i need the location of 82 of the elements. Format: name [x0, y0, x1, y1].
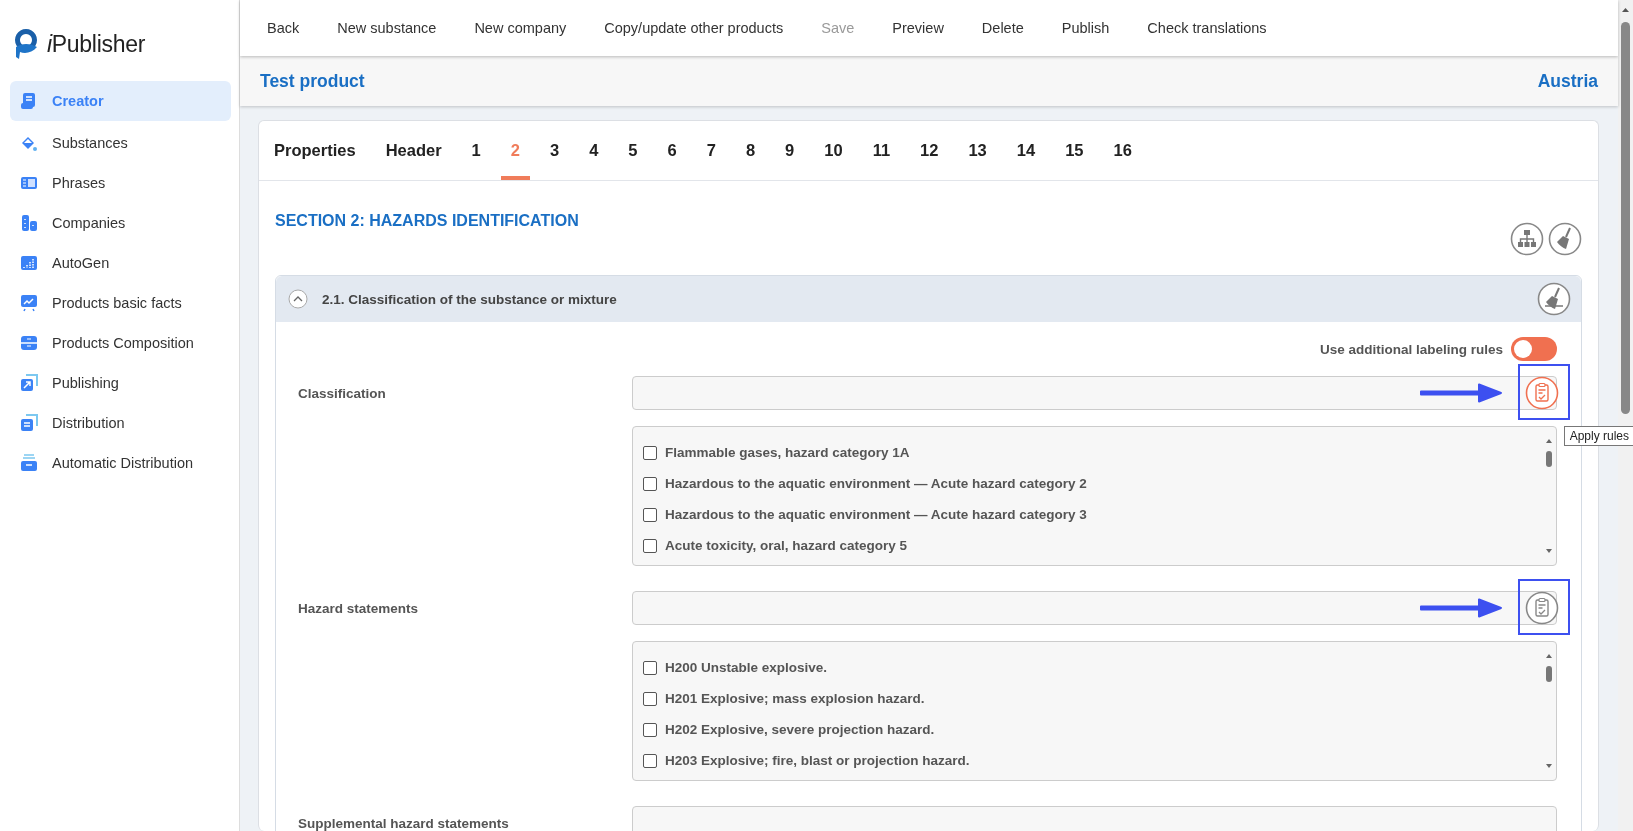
sidebar-item[interactable]: AutoGen: [10, 246, 231, 280]
section-tab[interactable]: 16: [1103, 121, 1142, 180]
grid-chart-icon: [20, 254, 38, 272]
clipboard-check-icon[interactable]: [1525, 591, 1559, 625]
sidebar-item[interactable]: Products basic facts: [10, 286, 231, 320]
toolbar-button[interactable]: Back: [248, 20, 319, 36]
sidebar-item[interactable]: Publishing: [10, 366, 231, 400]
toggle-label: Use additional labeling rules: [1319, 341, 1503, 357]
checkbox[interactable]: [643, 507, 657, 522]
input-field[interactable]: [632, 376, 1557, 410]
toolbar-button[interactable]: Delete: [962, 20, 1043, 36]
checkbox[interactable]: [643, 660, 657, 675]
field-label: Supplemental hazard statements: [298, 814, 510, 831]
checkbox-option[interactable]: Hazardous to the aquatic environment — Acute hazard category 2: [643, 468, 1556, 499]
archive-box-icon: [20, 334, 38, 352]
external-link-icon: [20, 374, 38, 392]
section-tab[interactable]: 10: [814, 121, 853, 180]
section-tab[interactable]: 1: [461, 121, 491, 180]
section-tab[interactable]: 3: [539, 121, 570, 180]
toolbar-button[interactable]: New company: [455, 20, 586, 36]
country-label: Austria: [1537, 70, 1598, 92]
sidebar-item[interactable]: Substances: [10, 126, 231, 160]
book-icon: [20, 174, 38, 192]
checkbox[interactable]: [643, 538, 657, 553]
section-tab[interactable]: 5: [618, 121, 648, 180]
checkbox-option[interactable]: Flammable gases, hazard category 1A: [643, 437, 1556, 468]
sidebar-item[interactable]: Distribution: [10, 406, 231, 440]
section-tab[interactable]: 9: [775, 121, 805, 180]
accordion-header[interactable]: 2.1. Classification of the substance or mixture: [276, 276, 1581, 322]
checkbox[interactable]: [643, 691, 657, 706]
checkbox-option[interactable]: Hazardous to the aquatic environment — Acute hazard category 3: [643, 499, 1556, 530]
hierarchy-icon[interactable]: [1510, 222, 1544, 256]
chevron-up-icon[interactable]: [288, 289, 308, 309]
toolbar-button[interactable]: Copy/update other products: [585, 20, 803, 36]
logo-icon: [13, 27, 39, 61]
clipboard-check-icon[interactable]: [1525, 376, 1559, 410]
sidebar-item[interactable]: Products Composition: [10, 326, 231, 360]
paint-bucket-icon: [20, 134, 38, 152]
checkbox[interactable]: [643, 753, 657, 768]
checkbox-option[interactable]: H200 Unstable explosive.: [643, 652, 1556, 683]
stacked-documents-icon: [20, 414, 38, 432]
section-tab[interactable]: Properties: [264, 121, 366, 180]
checkbox-option[interactable]: H203 Explosive; fire, blast or projection hazard.: [643, 745, 1556, 776]
section-tab[interactable]: 12: [910, 121, 949, 180]
toolbar-button[interactable]: Publish: [1042, 20, 1129, 36]
app-name: iPublisher: [47, 30, 145, 58]
field-label: Classification: [298, 384, 387, 403]
product-title: Test product: [260, 70, 365, 92]
section-tab[interactable]: 7: [696, 121, 726, 180]
toolbar-button[interactable]: Preview: [873, 20, 963, 36]
section-tab[interactable]: 8: [735, 121, 766, 180]
input-field[interactable]: [632, 806, 1557, 831]
document-icon: [20, 92, 38, 110]
checkbox-option[interactable]: H201 Explosive; mass explosion hazard.: [643, 683, 1556, 714]
checkbox[interactable]: [643, 476, 657, 491]
section-tab[interactable]: 15: [1055, 121, 1094, 180]
accordion-title: 2.1. Classification of the substance or mixture: [322, 291, 618, 307]
inbox-tray-icon: [20, 454, 38, 472]
section-tab[interactable]: 4: [579, 121, 609, 180]
input-field[interactable]: [632, 591, 1557, 625]
section-tab[interactable]: Header: [375, 121, 452, 180]
checkbox-option[interactable]: H202 Explosive, severe projection hazard.: [643, 714, 1556, 745]
section-title: SECTION 2: HAZARDS IDENTIFICATION: [275, 212, 579, 230]
buildings-icon: [20, 214, 38, 232]
toolbar-button[interactable]: New substance: [318, 20, 456, 36]
tooltip: Apply rules: [1563, 426, 1633, 446]
field-label: Hazard statements: [298, 599, 420, 618]
checkbox[interactable]: [643, 445, 657, 460]
checkbox[interactable]: [643, 722, 657, 737]
presentation-chart-icon: [20, 294, 38, 312]
checkbox-option[interactable]: Acute toxicity, oral, hazard category 5: [643, 530, 1556, 561]
sidebar-item[interactable]: Companies: [10, 206, 231, 240]
sidebar-item[interactable]: Phrases: [10, 166, 231, 200]
toggle-switch[interactable]: [1511, 337, 1557, 361]
section-tab[interactable]: 11: [862, 121, 901, 180]
broom-icon[interactable]: [1548, 222, 1582, 256]
toolbar-button[interactable]: Check translations: [1128, 20, 1286, 36]
section-tab[interactable]: 14: [1006, 121, 1046, 180]
broom-icon[interactable]: [1537, 282, 1571, 316]
section-tab[interactable]: 13: [958, 121, 997, 180]
section-tab[interactable]: 6: [657, 121, 687, 180]
sidebar-item[interactable]: Automatic Distribution: [10, 446, 231, 480]
